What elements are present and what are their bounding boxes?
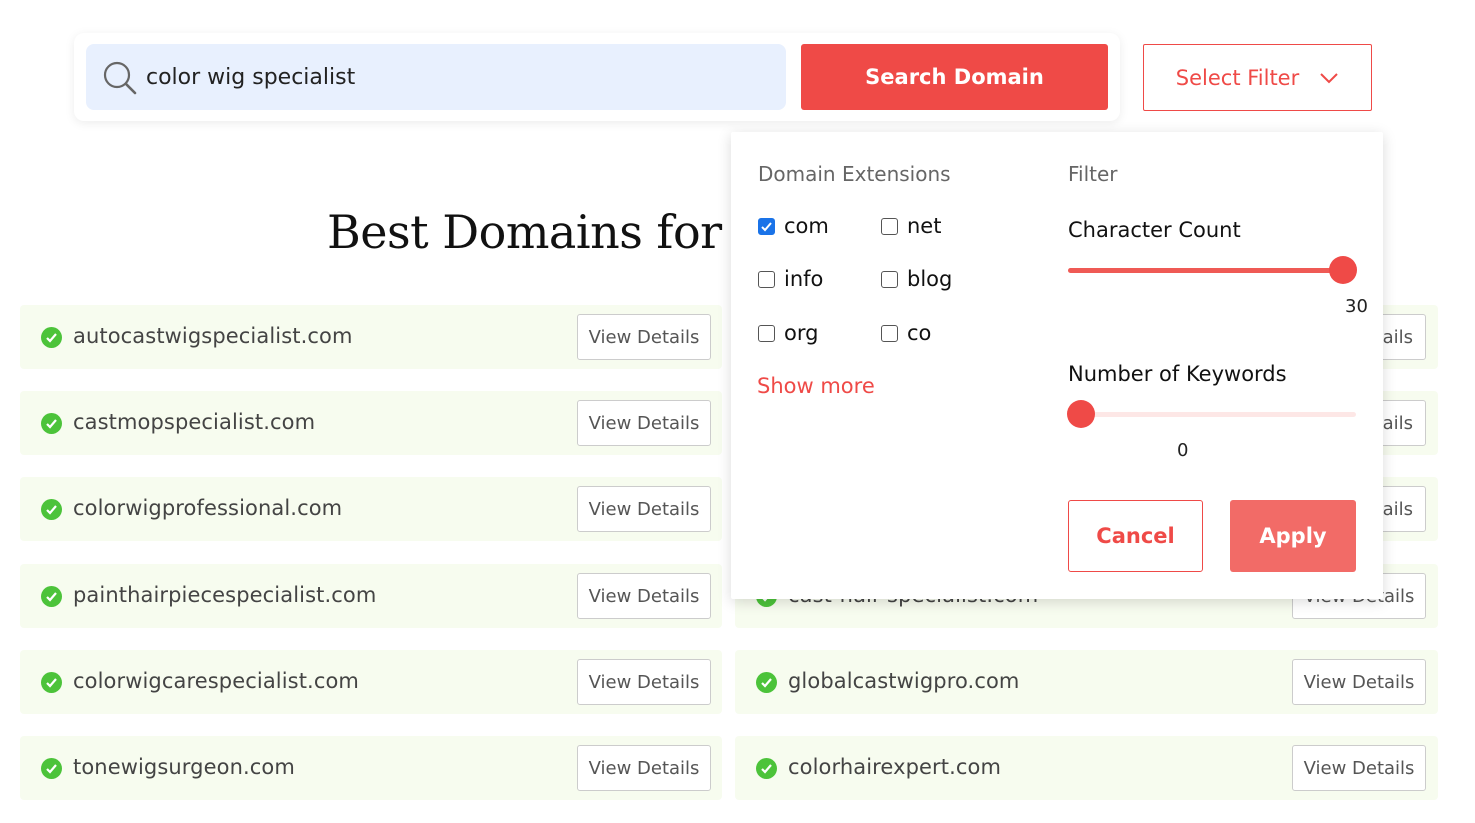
domain-name[interactable]: colorwigcarespecialist.com	[73, 669, 359, 693]
extension-net[interactable]: net	[881, 214, 941, 238]
cancel-button[interactable]: Cancel	[1068, 500, 1203, 572]
available-check-icon	[41, 586, 62, 607]
page-title-prefix: Best Domains for	[327, 205, 736, 259]
apply-button[interactable]: Apply	[1230, 500, 1356, 572]
domain-result-row: autocastwigspecialist.com View Details	[20, 305, 722, 369]
available-check-icon	[41, 413, 62, 434]
domain-name[interactable]: castmopspecialist.com	[73, 410, 315, 434]
number-of-keywords-slider[interactable]	[1067, 400, 1356, 428]
domain-name[interactable]: globalcastwigpro.com	[788, 669, 1019, 693]
domain-result-row: colorwigprofessional.com View Details	[20, 477, 722, 541]
extension-com[interactable]: com	[758, 214, 829, 238]
filter-popover: Domain Extensions com net info blog org …	[731, 132, 1383, 599]
domain-name[interactable]: painthairpiecespecialist.com	[73, 583, 376, 607]
checkbox-net[interactable]	[881, 217, 898, 235]
domain-name[interactable]: colorwigprofessional.com	[73, 496, 342, 520]
number-of-keywords-label: Number of Keywords	[1068, 362, 1287, 386]
extension-co[interactable]: co	[881, 321, 931, 345]
extension-label: info	[784, 267, 824, 291]
character-count-value: 30	[1345, 296, 1368, 317]
available-check-icon	[756, 758, 777, 779]
search-domain-button[interactable]: Search Domain	[801, 44, 1108, 110]
checkbox-org[interactable]	[758, 324, 775, 342]
domain-result-row: tonewigsurgeon.com View Details	[20, 736, 722, 800]
view-details-button[interactable]: View Details	[577, 486, 711, 532]
view-details-button[interactable]: View Details	[577, 659, 711, 705]
view-details-button[interactable]: View Details	[577, 314, 711, 360]
search-input[interactable]	[146, 44, 766, 110]
view-details-button[interactable]: View Details	[1292, 745, 1426, 791]
search-icon	[103, 61, 137, 95]
select-filter-button[interactable]: Select Filter	[1143, 44, 1372, 111]
domain-result-row: castmopspecialist.com View Details	[20, 391, 722, 455]
domain-result-row: painthairpiecespecialist.com View Details	[20, 564, 722, 628]
domain-name[interactable]: colorhairexpert.com	[788, 755, 1001, 779]
view-details-button[interactable]: View Details	[577, 745, 711, 791]
available-check-icon	[41, 672, 62, 693]
extension-info[interactable]: info	[758, 267, 823, 291]
slider-fill	[1068, 268, 1356, 273]
select-filter-label: Select Filter	[1175, 65, 1300, 90]
page-title: Best Domains for co	[327, 205, 794, 259]
checkbox-co[interactable]	[881, 324, 898, 342]
extension-label: blog	[907, 267, 953, 291]
available-check-icon	[41, 758, 62, 779]
extension-org[interactable]: org	[758, 321, 818, 345]
chevron-down-icon	[1320, 72, 1338, 83]
extension-label: com	[784, 214, 829, 238]
slider-thumb[interactable]	[1329, 256, 1357, 284]
number-of-keywords-value: 0	[1177, 440, 1189, 461]
character-count-label: Character Count	[1068, 218, 1241, 242]
available-check-icon	[41, 327, 62, 348]
checkbox-com[interactable]	[758, 217, 775, 235]
character-count-slider[interactable]	[1068, 256, 1357, 284]
domain-result-row: globalcastwigpro.com View Details	[735, 650, 1438, 714]
available-check-icon	[41, 499, 62, 520]
filter-label: Filter	[1068, 162, 1118, 186]
domain-name[interactable]: tonewigsurgeon.com	[73, 755, 295, 779]
checkbox-info[interactable]	[758, 270, 775, 288]
domain-extensions-label: Domain Extensions	[758, 162, 951, 186]
checkbox-blog[interactable]	[881, 270, 898, 288]
slider-thumb[interactable]	[1067, 400, 1095, 428]
domain-result-row: colorwigcarespecialist.com View Details	[20, 650, 722, 714]
extension-label: co	[907, 321, 932, 345]
show-more-link[interactable]: Show more	[757, 374, 875, 398]
search-bar: Search Domain	[74, 33, 1120, 121]
view-details-button[interactable]: View Details	[577, 573, 711, 619]
domain-result-row: colorhairexpert.com View Details	[735, 736, 1438, 800]
search-field[interactable]	[86, 44, 786, 110]
available-check-icon	[756, 672, 777, 693]
view-details-button[interactable]: View Details	[1292, 659, 1426, 705]
extension-blog[interactable]: blog	[881, 267, 952, 291]
extension-label: net	[907, 214, 942, 238]
view-details-button[interactable]: View Details	[577, 400, 711, 446]
extension-label: org	[784, 321, 819, 345]
domain-name[interactable]: autocastwigspecialist.com	[73, 324, 353, 348]
